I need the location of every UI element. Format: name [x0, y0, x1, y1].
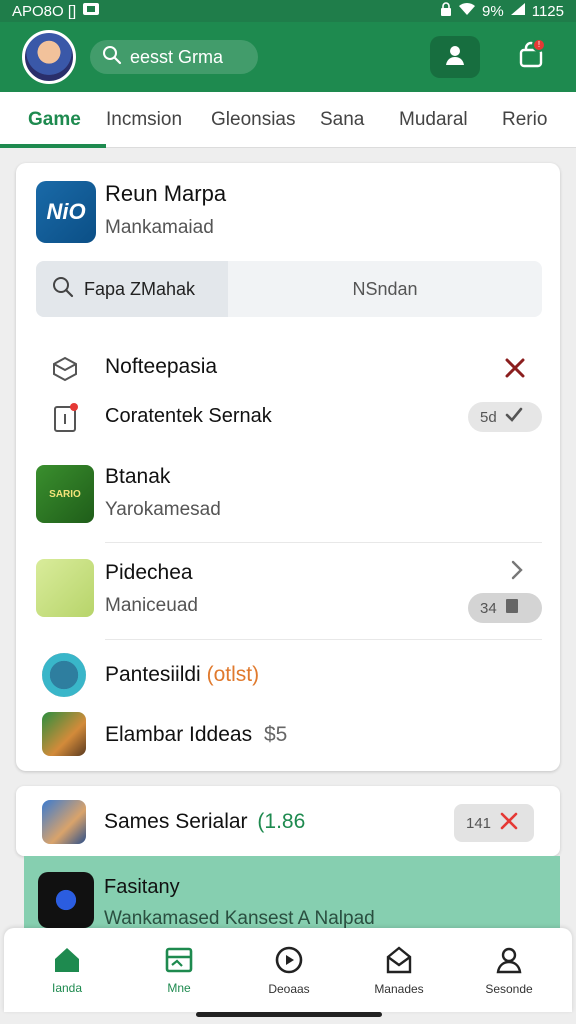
game-thumbnail: [38, 872, 94, 928]
tab-rerio[interactable]: Rerio: [502, 92, 547, 148]
nav-label: Mne: [167, 980, 191, 995]
row-title: Btanak: [105, 465, 171, 488]
row-title: Elambar Iddeas: [105, 723, 253, 746]
list-item[interactable]: Coratentek Sernak 5d: [36, 399, 542, 435]
nav-manades[interactable]: Manades: [344, 928, 454, 1012]
nav-label: Ianda: [51, 980, 83, 995]
divider: [105, 542, 542, 543]
game-thumbnail: [42, 653, 86, 697]
banner-title: Fasitany: [104, 876, 180, 898]
chip-count: 5d: [480, 408, 497, 426]
status-left-text: APO8O []: [12, 2, 77, 20]
card-tag: (1.86: [257, 810, 306, 833]
nav-label: Deoaas: [268, 981, 310, 996]
segmented-control: Fapa ZMahak NSndan: [36, 261, 542, 317]
avatar[interactable]: [22, 30, 76, 84]
game-thumbnail: [42, 800, 86, 844]
segment-left-label: Fapa ZMahak: [84, 278, 196, 299]
tablet-icon: [50, 402, 80, 432]
row-title: Pidechea: [105, 561, 193, 584]
bottom-nav: Ianda Mne Deoaas Manades Sesonde: [4, 928, 572, 1012]
hero-subtitle: Mankamaiad: [105, 217, 214, 238]
tab-gleonsias[interactable]: Gleonsias: [211, 92, 296, 148]
search-icon: [52, 276, 74, 303]
count-chip[interactable]: 5d: [468, 402, 542, 432]
chip-count: 141: [466, 814, 492, 832]
user-icon: [443, 43, 467, 72]
notification-icon: [82, 2, 100, 20]
secondary-card[interactable]: Sames Serialar (1.86 141: [16, 786, 560, 856]
search-text: eesst Grma: [130, 46, 224, 67]
row-subtitle: Maniceuad: [105, 595, 198, 616]
count-chip[interactable]: 141: [454, 804, 534, 842]
row-title: Coratentek Sernak: [105, 405, 272, 427]
segment-left[interactable]: Fapa ZMahak: [36, 261, 228, 317]
count-chip[interactable]: 34: [468, 593, 542, 623]
profile-button[interactable]: [430, 36, 480, 78]
main-card: NiO Reun Marpa Mankamaiad Fapa ZMahak NS…: [16, 163, 560, 771]
row-title-group: Pantesiildi (otlst): [105, 663, 259, 687]
close-icon[interactable]: [504, 357, 526, 384]
list-item[interactable]: Pantesiildi (otlst): [36, 651, 542, 699]
banner-subtitle: Wankamased Kansest A Nalpad: [104, 908, 375, 929]
signal-icon: [510, 2, 526, 20]
row-price: $5: [263, 723, 288, 746]
status-time: 1125: [531, 2, 564, 20]
close-icon: [499, 811, 519, 835]
tab-bar: Game Incmsion Gleonsias Sana Mudaral Rer…: [0, 92, 576, 148]
tab-game[interactable]: Game: [28, 92, 81, 148]
nav-home[interactable]: Ianda: [12, 928, 122, 1012]
user-icon: [494, 945, 524, 978]
play-circle-icon: [274, 945, 304, 978]
game-thumbnail: [42, 712, 86, 756]
nav-mne[interactable]: Mne: [124, 928, 234, 1012]
home-icon: [52, 946, 82, 977]
search-icon: [102, 45, 122, 70]
battery-percent: 9%: [482, 2, 504, 20]
list-item[interactable]: SARIO Btanak Yarokamesad: [36, 463, 542, 529]
list-item[interactable]: Pidechea Maniceuad 34: [36, 559, 542, 625]
tab-mudaral[interactable]: Mudaral: [399, 92, 468, 148]
nav-label: Manades: [374, 981, 424, 996]
chevron-right-icon[interactable]: [510, 559, 524, 586]
game-thumbnail: SARIO: [36, 465, 94, 523]
row-title: Pantesiildi: [105, 663, 201, 686]
card-title-group: Sames Serialar (1.86: [104, 810, 305, 834]
wifi-icon: [458, 2, 476, 20]
card-title: Sames Serialar: [104, 810, 248, 833]
chip-count: 34: [480, 599, 497, 617]
game-thumbnail: [36, 559, 94, 617]
divider: [105, 639, 542, 640]
tab-incmsion[interactable]: Incmsion: [106, 92, 182, 148]
image-icon: [164, 946, 194, 977]
row-tag: (otlst): [206, 663, 260, 686]
segment-right[interactable]: NSndan: [228, 261, 542, 317]
promo-banner[interactable]: Fasitany Wankamased Kansest A Nalpad: [24, 856, 560, 936]
lock-icon: [440, 2, 452, 20]
row-title: Nofteepasia: [105, 355, 218, 378]
tab-sana[interactable]: Sana: [320, 92, 364, 148]
nav-sesonde[interactable]: Sesonde: [454, 928, 564, 1012]
hero-title: Reun Marpa: [105, 181, 227, 206]
check-icon: [505, 407, 523, 427]
list-item[interactable]: Elambar Iddeas $5: [36, 710, 542, 758]
search-pill[interactable]: eesst Grma: [90, 40, 258, 74]
nav-label: Sesonde: [485, 981, 533, 996]
nav-deoaas[interactable]: Deoaas: [234, 928, 344, 1012]
app-logo: NiO: [36, 181, 96, 243]
envelope-icon: [384, 945, 414, 978]
cube-icon: [50, 354, 80, 384]
home-indicator[interactable]: [196, 1012, 382, 1017]
bookmark-icon: [505, 598, 519, 618]
row-subtitle: Yarokamesad: [105, 499, 221, 520]
list-item[interactable]: Nofteepasia: [36, 351, 542, 387]
app-header: eesst Grma !: [0, 22, 576, 92]
notification-badge: !: [532, 38, 546, 52]
active-tab-indicator: [0, 144, 106, 148]
bag-button[interactable]: !: [506, 36, 556, 78]
row-title-group: Elambar Iddeas $5: [105, 723, 287, 747]
status-bar: APO8O [] 9% 1125: [0, 0, 576, 22]
